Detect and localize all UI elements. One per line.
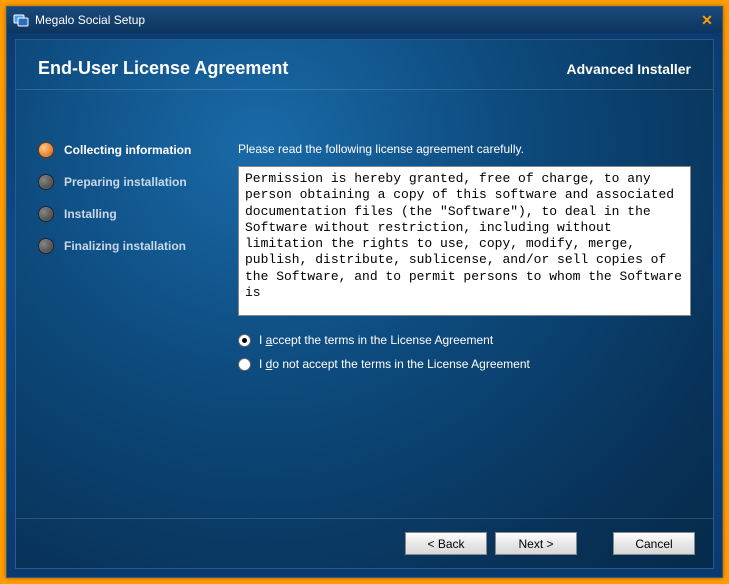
step-preparing: Preparing installation	[38, 174, 238, 190]
body: Collecting information Preparing install…	[16, 96, 713, 518]
radio-icon	[238, 334, 251, 347]
step-bullet-icon	[38, 206, 54, 222]
next-button[interactable]: Next >	[495, 532, 577, 555]
brand-label: Advanced Installer	[567, 61, 692, 77]
cancel-button[interactable]: Cancel	[613, 532, 695, 555]
accept-label: I accept the terms in the License Agreem…	[259, 333, 493, 347]
steps-list: Collecting information Preparing install…	[38, 114, 238, 518]
titlebar: Megalo Social Setup ✕	[7, 7, 722, 33]
step-label: Finalizing installation	[64, 239, 186, 253]
step-label: Preparing installation	[64, 175, 187, 189]
step-label: Collecting information	[64, 143, 191, 157]
license-textarea[interactable]	[238, 166, 691, 316]
step-bullet-icon	[38, 142, 54, 158]
back-button[interactable]: < Back	[405, 532, 487, 555]
step-installing: Installing	[38, 206, 238, 222]
step-bullet-icon	[38, 238, 54, 254]
installer-window: Megalo Social Setup ✕ End-User License A…	[6, 6, 723, 578]
step-label: Installing	[64, 207, 117, 221]
step-collecting: Collecting information	[38, 142, 238, 158]
main-area: Please read the following license agreem…	[238, 114, 691, 518]
close-icon[interactable]: ✕	[698, 12, 716, 29]
radio-icon	[238, 358, 251, 371]
content-panel: End-User License Agreement Advanced Inst…	[15, 39, 714, 569]
radio-group: I accept the terms in the License Agreem…	[238, 333, 691, 371]
step-finalizing: Finalizing installation	[38, 238, 238, 254]
instruction-text: Please read the following license agreem…	[238, 142, 691, 156]
page-title: End-User License Agreement	[38, 58, 288, 79]
app-icon	[13, 12, 29, 28]
window-title: Megalo Social Setup	[35, 13, 698, 27]
decline-radio[interactable]: I do not accept the terms in the License…	[238, 357, 691, 371]
footer: < Back Next > Cancel	[16, 518, 713, 568]
accept-radio[interactable]: I accept the terms in the License Agreem…	[238, 333, 691, 347]
step-bullet-icon	[38, 174, 54, 190]
header: End-User License Agreement Advanced Inst…	[16, 40, 713, 90]
decline-label: I do not accept the terms in the License…	[259, 357, 530, 371]
